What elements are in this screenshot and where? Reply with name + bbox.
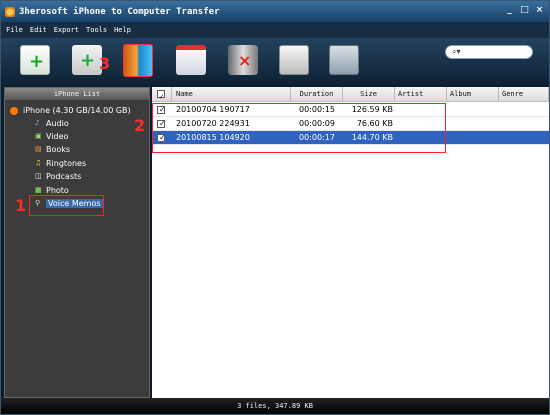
menu-edit[interactable]: Edit xyxy=(30,26,47,34)
cell-album xyxy=(450,131,498,145)
playlist-icon[interactable] xyxy=(176,45,206,75)
col-artist[interactable]: Artist xyxy=(395,87,447,102)
sidebar-item-photo[interactable]: ▦ Photo xyxy=(35,186,69,195)
books-icon: ▤ xyxy=(35,145,42,153)
sidebar-item-label: Ringtones xyxy=(46,159,87,168)
sidebar-item-label: Video xyxy=(46,132,69,141)
audio-icon: ♪ xyxy=(35,119,40,127)
annotation-marker-2: 2 xyxy=(134,116,146,135)
ringtones-icon: ♫ xyxy=(35,159,42,167)
annotation-marker-3: 3 xyxy=(99,54,111,73)
file-list: Name Duration Size Artist Album Genre 20… xyxy=(152,87,549,398)
col-size[interactable]: Size xyxy=(343,87,395,102)
preferences-icon[interactable] xyxy=(329,45,359,75)
cell-album xyxy=(450,117,498,131)
col-genre[interactable]: Genre xyxy=(499,87,549,102)
menu-help[interactable]: Help xyxy=(114,26,131,34)
cell-album xyxy=(450,103,498,117)
sidebar-item-ringtones[interactable]: ♫ Ringtones xyxy=(35,159,86,168)
sidebar-item-label: Voice Memos xyxy=(46,199,103,208)
col-album[interactable]: Album xyxy=(447,87,499,102)
sidebar-item-voice-memos[interactable]: ⚲ Voice Memos xyxy=(35,199,103,208)
voice-memos-icon: ⚲ xyxy=(35,199,41,207)
video-icon: ▣ xyxy=(35,132,42,140)
col-name[interactable]: Name xyxy=(172,87,291,102)
close-button[interactable]: × xyxy=(534,5,545,16)
add-file-icon[interactable] xyxy=(20,45,50,75)
sidebar-item-label: Books xyxy=(46,145,71,154)
iphone-to-computer-icon[interactable] xyxy=(123,44,153,77)
window-title: 3herosoft iPhone to Computer Transfer xyxy=(19,6,220,17)
device-node[interactable]: iPhone (4.30 GB/14.00 GB) xyxy=(10,106,131,115)
status-bar: 3 files, 347.89 KB xyxy=(1,398,549,414)
photo-icon: ▦ xyxy=(35,186,42,194)
menu-tools[interactable]: Tools xyxy=(86,26,107,34)
annotation-box-file-rows xyxy=(152,103,446,153)
iphone-icon xyxy=(10,106,18,115)
cell-genre xyxy=(502,103,548,117)
add-folder-icon[interactable] xyxy=(72,45,102,75)
annotation-marker-1: 1 xyxy=(15,196,27,215)
sidebar-item-label: Podcasts xyxy=(46,172,82,181)
sidebar: iPhone List iPhone (4.30 GB/14.00 GB) ♪ … xyxy=(4,87,150,398)
menu-export[interactable]: Export xyxy=(54,26,79,34)
sidebar-item-audio[interactable]: ♪ Audio xyxy=(35,119,69,128)
delete-icon[interactable] xyxy=(228,45,258,75)
app-icon xyxy=(5,6,15,17)
search-box[interactable]: ⌕▾ xyxy=(445,45,533,59)
sidebar-item-podcasts[interactable]: ◫ Podcasts xyxy=(35,172,81,181)
title-bar[interactable]: 3herosoft iPhone to Computer Transfer _ … xyxy=(1,1,549,22)
maximize-button[interactable]: □ xyxy=(519,5,530,16)
menu-bar: File Edit Export Tools Help xyxy=(1,22,549,38)
sidebar-title: iPhone List xyxy=(5,88,149,100)
cell-genre xyxy=(502,117,548,131)
select-all-header[interactable] xyxy=(152,87,172,104)
search-icon: ⌕▾ xyxy=(452,47,461,56)
sidebar-item-label: Audio xyxy=(46,119,69,128)
device-label: iPhone (4.30 GB/14.00 GB) xyxy=(23,106,131,115)
minimize-button[interactable]: _ xyxy=(504,5,515,16)
table-header: Name Duration Size Artist Album Genre xyxy=(152,87,549,104)
search-device-icon[interactable] xyxy=(279,45,309,75)
col-duration[interactable]: Duration xyxy=(291,87,343,102)
search-input[interactable] xyxy=(464,47,528,57)
podcasts-icon: ◫ xyxy=(35,172,42,180)
sidebar-item-video[interactable]: ▣ Video xyxy=(35,132,68,141)
select-all-checkbox[interactable] xyxy=(157,89,165,104)
sidebar-item-books[interactable]: ▤ Books xyxy=(35,145,70,154)
cell-genre xyxy=(502,131,548,145)
sidebar-item-label: Photo xyxy=(46,186,69,195)
menu-file[interactable]: File xyxy=(6,26,23,34)
application-window: 3herosoft iPhone to Computer Transfer _ … xyxy=(0,0,550,415)
